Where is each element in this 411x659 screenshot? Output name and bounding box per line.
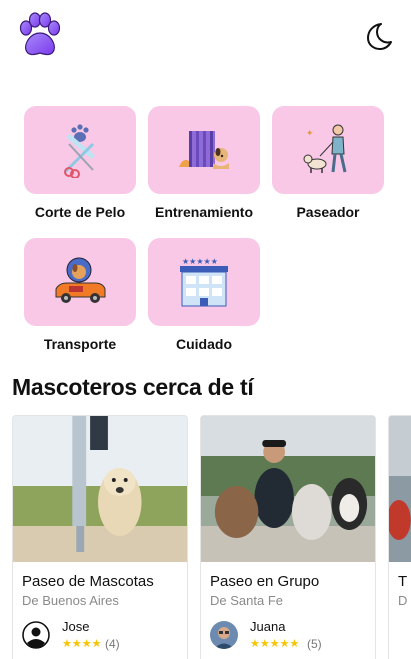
service-tile[interactable] — [24, 238, 136, 326]
service-label: Transporte — [43, 336, 117, 352]
service-care[interactable]: ★★★★★ Cuidado — [148, 238, 260, 352]
paw-icon[interactable] — [14, 10, 66, 62]
owner-name: Jose — [62, 619, 90, 634]
svg-text:★★★★★: ★★★★★ — [182, 257, 218, 266]
moon-icon[interactable] — [362, 20, 394, 52]
card-photo — [201, 416, 375, 562]
card-location: D — [398, 593, 408, 608]
user-avatar-icon — [22, 621, 50, 649]
service-label: Cuidado — [176, 336, 232, 352]
card-photo — [389, 416, 411, 562]
service-label: Entrenamiento — [154, 204, 253, 220]
dog-walker-icon: ✦ — [303, 124, 347, 173]
walker-card[interactable]: T D — [388, 415, 411, 659]
service-label: Paseador — [296, 204, 360, 220]
card-title: T — [398, 573, 408, 590]
review-count: (4) — [105, 637, 120, 651]
hotel-icon: ★★★★★ — [180, 257, 228, 307]
service-tile[interactable] — [24, 106, 136, 194]
service-walker[interactable]: ✦ Paseador — [272, 106, 384, 220]
service-label: Corte de Pelo — [34, 204, 126, 220]
service-tile[interactable]: ✦ — [272, 106, 384, 194]
owner-name: Juana — [250, 619, 286, 634]
grooming-icon — [63, 124, 95, 178]
user-avatar — [210, 621, 238, 649]
service-transport[interactable]: Transporte — [24, 238, 136, 352]
service-tile[interactable] — [148, 106, 260, 194]
walker-card[interactable]: Paseo en Grupo De Santa Fe Juana ★★★★★ (… — [200, 415, 376, 659]
service-grooming[interactable]: Corte de Pelo — [24, 106, 136, 220]
card-location: De Santa Fe — [210, 593, 283, 608]
top-bar — [0, 0, 411, 80]
card-photo — [13, 416, 187, 562]
service-training[interactable]: Entrenamiento — [148, 106, 260, 220]
training-icon — [179, 131, 229, 169]
card-location: De Buenos Aires — [22, 593, 119, 608]
service-tile[interactable]: ★★★★★ — [148, 238, 260, 326]
svg-text:✦: ✦ — [306, 128, 314, 138]
review-count: (5) — [307, 637, 322, 651]
walker-card[interactable]: Paseo de Mascotas De Buenos Aires Jose ★… — [12, 415, 188, 659]
walkers-carousel[interactable]: Paseo de Mascotas De Buenos Aires Jose ★… — [12, 415, 411, 659]
card-title: Paseo de Mascotas — [22, 573, 154, 590]
rating-stars: ★★★★ — [62, 638, 102, 650]
card-title: Paseo en Grupo — [210, 573, 320, 590]
transport-icon — [55, 257, 106, 303]
section-title: Mascoteros cerca de tí — [12, 374, 254, 400]
rating-stars: ★★★★★ — [250, 638, 300, 650]
